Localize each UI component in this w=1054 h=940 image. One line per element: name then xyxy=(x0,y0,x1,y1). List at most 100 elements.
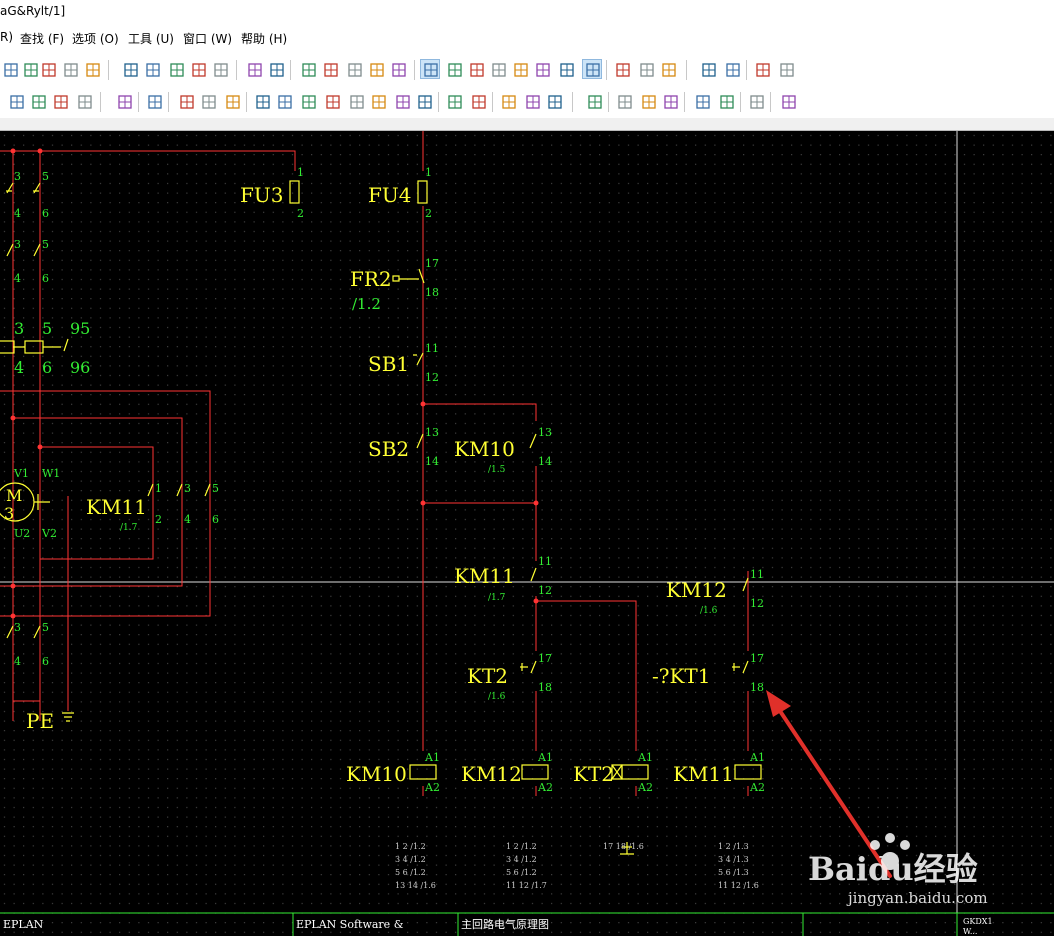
ruler-active-icon[interactable] xyxy=(582,59,602,79)
device-a-icon[interactable] xyxy=(176,91,196,111)
target-b-icon[interactable] xyxy=(722,59,742,79)
pin: A2 xyxy=(637,781,653,794)
label-kt1: -?KT1 xyxy=(652,664,711,688)
schematic-canvas[interactable]: FU3 FU4 FR2 SB1 SB2 KM10 KM11 KM12 KT2 -… xyxy=(0,131,1054,936)
wire-a-icon[interactable] xyxy=(614,91,634,111)
grid-a-icon[interactable] xyxy=(298,59,318,79)
menu-item-2[interactable]: 选项 (O) xyxy=(72,30,119,47)
new-page-icon[interactable] xyxy=(6,91,26,111)
text-frame-icon[interactable] xyxy=(776,59,796,79)
menu-item-1[interactable]: 查找 (F) xyxy=(20,30,64,47)
pin: 1 xyxy=(155,482,162,495)
coil-label-km10: KM10 xyxy=(346,762,407,786)
monitor-icon[interactable] xyxy=(82,59,102,79)
select-icon[interactable] xyxy=(544,91,564,111)
wire-e-icon[interactable] xyxy=(716,91,736,111)
wire-g-icon[interactable] xyxy=(778,91,798,111)
connector-e-icon[interactable] xyxy=(346,91,366,111)
export-icon[interactable] xyxy=(74,91,94,111)
grid-icon[interactable] xyxy=(388,59,408,79)
lines-c-icon[interactable] xyxy=(658,59,678,79)
connector-g-icon[interactable] xyxy=(392,91,412,111)
pin: 14 xyxy=(425,455,439,468)
zoom-in-icon[interactable] xyxy=(166,59,186,79)
grid-icon[interactable] xyxy=(0,59,20,79)
magnet-icon[interactable] xyxy=(488,59,508,79)
dot-grid xyxy=(0,131,1054,936)
grid-c-icon[interactable] xyxy=(344,59,364,79)
device-b-icon[interactable] xyxy=(198,91,218,111)
check-page-icon[interactable] xyxy=(38,59,58,79)
pin: 3 xyxy=(184,482,191,495)
connector-c-icon[interactable] xyxy=(298,91,318,111)
pin: 6 xyxy=(42,655,49,668)
pin: 11 xyxy=(750,568,764,581)
hatch-b-icon[interactable] xyxy=(522,91,542,111)
connector-f-icon[interactable] xyxy=(368,91,388,111)
pin: 18 xyxy=(750,681,764,694)
ref-km12: /1.6 xyxy=(700,606,718,616)
menu-item-0[interactable]: R) xyxy=(0,30,13,44)
pin: 11 xyxy=(425,342,439,355)
flow-icon[interactable] xyxy=(414,91,434,111)
pin: 14 xyxy=(538,455,552,468)
shape-icon[interactable] xyxy=(584,91,604,111)
cross-ref-line: 1 2 /1.3 xyxy=(718,842,749,851)
pin: 6 xyxy=(212,513,219,526)
pin: 5 xyxy=(42,319,52,338)
connector-d-icon[interactable] xyxy=(322,91,342,111)
page-icon[interactable] xyxy=(20,59,40,79)
grid-b-icon[interactable] xyxy=(320,59,340,79)
grid-active-icon[interactable] xyxy=(420,59,440,79)
device-icon[interactable] xyxy=(144,91,164,111)
image-icon[interactable] xyxy=(556,59,576,79)
target-icon[interactable] xyxy=(698,59,718,79)
table-icon[interactable] xyxy=(60,59,80,79)
zoom-window-icon[interactable] xyxy=(142,59,162,79)
wire-b-icon[interactable] xyxy=(638,91,658,111)
lines-b-icon[interactable] xyxy=(636,59,656,79)
menu-bar: R) 查找 (F) 选项 (O) 工具 (U) 窗口 (W) 帮助 (H) xyxy=(0,24,1054,52)
pin: 4 xyxy=(14,272,21,285)
magnet-b-icon[interactable] xyxy=(510,59,530,79)
connector-b-icon[interactable] xyxy=(274,91,294,111)
watermark-brand: Baidu经验 xyxy=(808,850,978,888)
zoom-100-icon[interactable] xyxy=(210,59,230,79)
coil-label-km11: KM11 xyxy=(673,762,734,786)
pin: A1 xyxy=(637,751,653,764)
pin: A2 xyxy=(424,781,440,794)
pin: 5 xyxy=(42,170,49,183)
arrow-left-icon[interactable] xyxy=(244,59,264,79)
menu-item-5[interactable]: 帮助 (H) xyxy=(241,30,287,47)
coil-label-km12: KM12 xyxy=(461,762,522,786)
wire-d-icon[interactable] xyxy=(692,91,712,111)
schematic-svg[interactable]: FU3 FU4 FR2 SB1 SB2 KM10 KM11 KM12 KT2 -… xyxy=(0,131,1054,936)
toolbar-separator xyxy=(770,92,771,112)
connector-icon[interactable] xyxy=(252,91,272,111)
terminal-b-icon[interactable] xyxy=(468,91,488,111)
footer-page-title: 主回路电气原理图 xyxy=(461,917,549,931)
device-c-icon[interactable] xyxy=(222,91,242,111)
menu-item-4[interactable]: 窗口 (W) xyxy=(183,30,232,47)
arrow-right-icon[interactable] xyxy=(266,59,286,79)
copy-page-icon[interactable] xyxy=(50,91,70,111)
toolbar-separator xyxy=(108,60,109,80)
zoom-out-icon[interactable] xyxy=(188,59,208,79)
pin: 4 xyxy=(14,358,24,377)
lines-icon[interactable] xyxy=(612,59,632,79)
wire-f-icon[interactable] xyxy=(746,91,766,111)
grid-d-icon[interactable] xyxy=(366,59,386,79)
macro-icon[interactable] xyxy=(114,91,134,111)
page-settings-icon[interactable] xyxy=(28,91,48,111)
cart-icon[interactable] xyxy=(752,59,772,79)
grid-snap-icon[interactable] xyxy=(444,59,464,79)
node-icon[interactable] xyxy=(532,59,552,79)
wire-c-icon[interactable] xyxy=(660,91,680,111)
hash-icon[interactable] xyxy=(466,59,486,79)
terminal-icon[interactable] xyxy=(444,91,464,111)
ruler-strip xyxy=(0,118,1054,131)
pin: 5 xyxy=(42,238,49,251)
menu-item-3[interactable]: 工具 (U) xyxy=(128,30,174,47)
hatch-icon[interactable] xyxy=(498,91,518,111)
refresh-icon[interactable] xyxy=(120,59,140,79)
